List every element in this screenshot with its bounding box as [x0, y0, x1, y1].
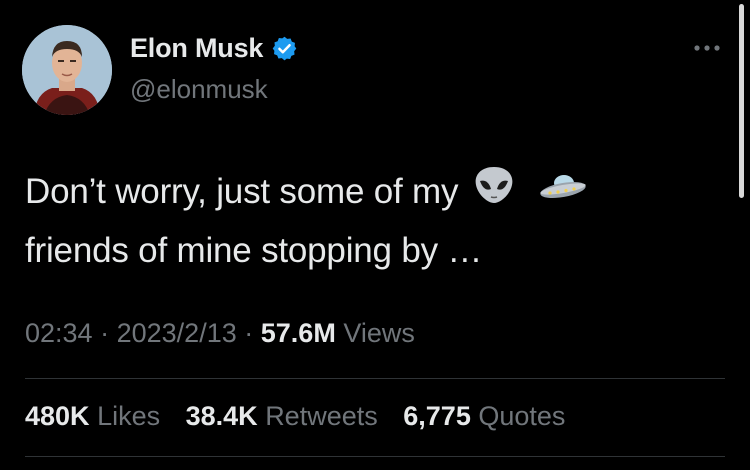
author-handle[interactable]: @elonmusk: [130, 74, 268, 105]
likes-label: Likes: [97, 401, 161, 431]
views-label: Views: [343, 318, 415, 348]
author-name-row[interactable]: Elon Musk: [130, 33, 298, 64]
avatar[interactable]: [22, 25, 112, 115]
tweet-stats: 480K Likes 38.4K Retweets 6,775 Quotes: [25, 401, 583, 432]
tweet-meta: 02:34 · 2023/2/13 · 57.6M Views: [25, 318, 415, 349]
tweet-text: Don’t worry, just some of my friends of …: [25, 163, 705, 279]
tweet-line-1-text: Don’t worry, just some of my: [25, 172, 459, 211]
divider: [25, 378, 725, 379]
verified-badge-icon: [271, 35, 298, 62]
alien-emoji-icon: [472, 165, 516, 222]
scrollbar[interactable]: [739, 4, 744, 198]
retweets-stat[interactable]: 38.4K Retweets: [186, 401, 386, 431]
tweet-date[interactable]: 2023/2/13: [117, 318, 237, 348]
tweet-line-2: friends of mine stopping by …: [25, 231, 483, 271]
flying-saucer-emoji-icon: [538, 165, 588, 222]
quotes-label: Quotes: [478, 401, 566, 431]
meta-separator: ·: [244, 318, 254, 348]
divider: [25, 456, 725, 457]
quotes-count: 6,775: [403, 401, 471, 431]
retweets-count: 38.4K: [185, 401, 258, 431]
avatar-image: [22, 25, 112, 115]
likes-stat[interactable]: 480K Likes: [25, 401, 168, 431]
retweets-label: Retweets: [265, 401, 378, 431]
author-name[interactable]: Elon Musk: [130, 33, 263, 64]
meta-separator: ·: [100, 318, 110, 348]
tweet-time[interactable]: 02:34: [25, 318, 93, 348]
likes-count: 480K: [25, 401, 90, 431]
views-count: 57.6M: [260, 318, 336, 348]
tweet-line-1: Don’t worry, just some of my: [25, 163, 705, 222]
more-options-icon[interactable]: [692, 38, 722, 58]
quotes-stat[interactable]: 6,775 Quotes: [403, 401, 565, 431]
